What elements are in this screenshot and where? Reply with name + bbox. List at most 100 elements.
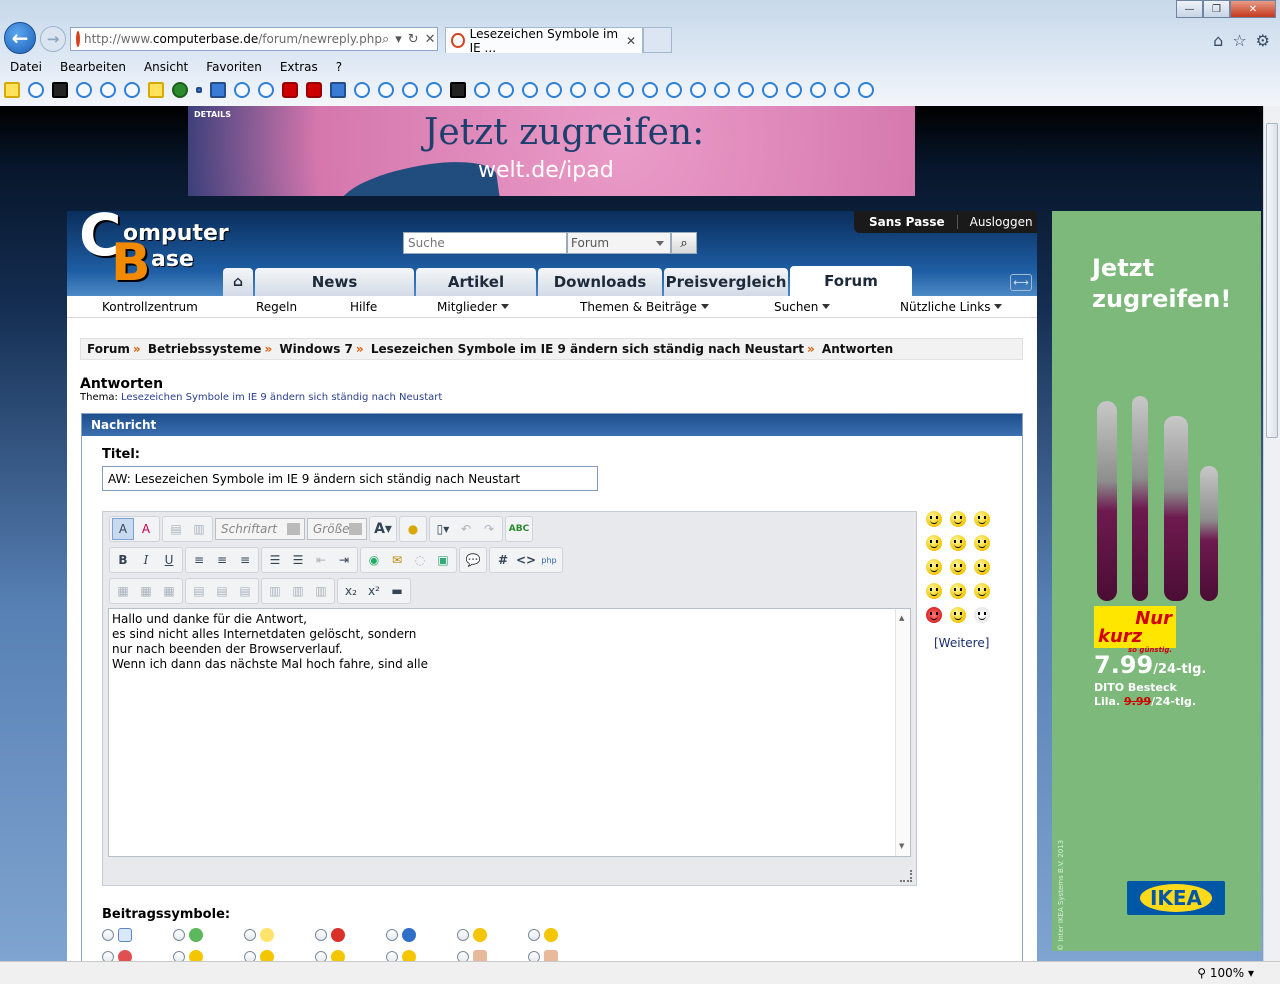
paste-word-icon[interactable]: ▥ [188, 518, 210, 540]
ie-favorite-icon[interactable] [402, 82, 418, 98]
subscript-icon[interactable]: x₂ [340, 580, 362, 602]
textarea-scrollbar[interactable] [895, 609, 910, 856]
ie-favorite-icon[interactable] [354, 82, 370, 98]
smile-icon[interactable] [926, 511, 942, 527]
new-tab-button[interactable] [643, 27, 672, 53]
tab-news[interactable]: News [255, 268, 414, 296]
ie-favorite-icon[interactable] [100, 82, 116, 98]
tongue-icon[interactable] [926, 583, 942, 599]
post-icon-option[interactable] [386, 928, 457, 942]
title-input[interactable]: AW: Lesezeichen Symbole im IE 9 ändern s… [102, 466, 598, 491]
cool-icon[interactable] [974, 535, 990, 551]
computerbase-logo[interactable]: Computer Base [79, 211, 229, 293]
quote-icon[interactable]: 💬 [462, 549, 484, 571]
tab-forum[interactable]: Forum [790, 266, 912, 296]
tab-preisvergleich[interactable]: Preisvergleich [664, 268, 788, 296]
php-code-icon[interactable]: php [538, 549, 560, 571]
favorite-icon[interactable] [148, 82, 164, 98]
email-icon[interactable]: ✉ [386, 549, 408, 571]
link-icon[interactable]: ◉ [363, 549, 385, 571]
mad-icon[interactable] [926, 607, 942, 623]
underline-icon[interactable]: U [158, 549, 180, 571]
google-icon[interactable] [330, 82, 346, 98]
ie-favorite-icon[interactable] [378, 82, 394, 98]
ie-favorite-icon[interactable] [594, 82, 610, 98]
italic-icon[interactable]: I [135, 549, 157, 571]
nav-regeln[interactable]: Regeln [256, 300, 297, 314]
post-icon-option[interactable] [173, 928, 244, 942]
smiley-picker-icon[interactable]: ● [402, 518, 424, 540]
address-bar[interactable]: http://www.computerbase.de/forum/newrepl… [70, 27, 438, 51]
top-banner-ad[interactable]: DETAILS Jetzt zugreifen: welt.de/ipad [188, 106, 915, 196]
menu-favoriten[interactable]: Favoriten [196, 60, 270, 74]
row-delete-icon[interactable]: ▤ [234, 580, 256, 602]
username-link[interactable]: Sans Passe [854, 215, 958, 229]
ie-favorite-icon[interactable] [124, 82, 140, 98]
translate-icon[interactable] [210, 82, 226, 98]
font-color-icon[interactable]: A▾ [372, 518, 394, 540]
redo-icon[interactable]: ↷ [478, 518, 500, 540]
menu-datei[interactable]: Datei [0, 60, 50, 74]
nav-themen-beitraege[interactable]: Themen & Beiträge [580, 300, 709, 314]
align-center-icon[interactable]: ≡ [211, 549, 233, 571]
ie-favorite-icon[interactable] [834, 82, 850, 98]
post-icon-option[interactable] [244, 928, 315, 942]
ie-favorite-icon[interactable] [858, 82, 874, 98]
unordered-list-icon[interactable]: ☰ [287, 549, 309, 571]
grin-icon[interactable] [950, 511, 966, 527]
ie-favorite-icon[interactable] [642, 82, 658, 98]
breadcrumb-betriebssysteme[interactable]: Betriebssysteme [148, 342, 262, 356]
page-scrollbar[interactable] [1263, 106, 1280, 961]
devil-icon[interactable] [974, 583, 990, 599]
tab-home[interactable]: ⌂ [223, 268, 253, 296]
switch-mode-icon[interactable]: A [112, 518, 134, 540]
nav-nuetzliche-links[interactable]: Nützliche Links [900, 300, 1002, 314]
nav-suchen[interactable]: Suchen [774, 300, 830, 314]
side-banner-ad[interactable]: Jetzt zugreifen! Nur kurz so günstig. 7.99/… [1052, 211, 1261, 951]
post-icon-option[interactable] [102, 950, 173, 961]
search-icon[interactable]: ⌕ [382, 32, 389, 47]
col-delete-icon[interactable]: ▥ [310, 580, 332, 602]
confused-icon[interactable] [950, 559, 966, 575]
unlink-icon[interactable]: ◌ [409, 549, 431, 571]
post-icon-option[interactable] [457, 950, 528, 961]
ie-favorite-icon[interactable] [28, 82, 44, 98]
zoom-level[interactable]: ⚲ 100% ▾ [1197, 966, 1254, 980]
ordered-list-icon[interactable]: ☰ [264, 549, 286, 571]
table-props-icon[interactable]: ▦ [135, 580, 157, 602]
favorites-star-icon[interactable]: ☆ [1232, 31, 1246, 50]
align-right-icon[interactable]: ≡ [234, 549, 256, 571]
minimize-button[interactable]: — [1176, 0, 1203, 18]
ie-favorite-icon[interactable] [546, 82, 562, 98]
horizontal-rule-icon[interactable]: ▬ [386, 580, 408, 602]
smile-icon[interactable] [974, 511, 990, 527]
ie-favorite-icon[interactable] [762, 82, 778, 98]
remove-format-icon[interactable]: A [135, 518, 157, 540]
ie-favorite-icon[interactable] [474, 82, 490, 98]
html-code-icon[interactable]: <> [515, 549, 537, 571]
tab-downloads[interactable]: Downloads [538, 268, 662, 296]
ie-favorite-icon[interactable] [786, 82, 802, 98]
post-icon-option[interactable] [386, 950, 457, 961]
menu-extras[interactable]: Extras [270, 60, 326, 74]
shocked-icon[interactable] [974, 607, 990, 623]
menu-help[interactable]: ? [326, 60, 350, 74]
ie-favorite-icon[interactable] [234, 82, 250, 98]
logout-link[interactable]: Ausloggen [958, 215, 1033, 229]
ie-favorite-icon[interactable] [690, 82, 706, 98]
surprised-icon[interactable] [950, 607, 966, 623]
col-insert-after-icon[interactable]: ▥ [287, 580, 309, 602]
font-family-select[interactable]: Schriftart [215, 518, 305, 540]
ie-favorite-icon[interactable] [714, 82, 730, 98]
ie-favorite-icon[interactable] [618, 82, 634, 98]
breadcrumb-forum[interactable]: Forum [87, 342, 130, 356]
post-icon-option[interactable] [315, 928, 386, 942]
gear-icon[interactable]: ⚙ [1256, 31, 1270, 50]
post-icon-option[interactable] [457, 928, 528, 942]
scrollbar-thumb[interactable] [1266, 123, 1278, 438]
breadcrumb-thread[interactable]: Lesezeichen Symbole im IE 9 ändern sich … [371, 342, 804, 356]
post-icon-option[interactable] [315, 950, 386, 961]
ie-favorite-icon[interactable] [258, 82, 274, 98]
post-icon-option[interactable] [102, 928, 173, 942]
row-insert-below-icon[interactable]: ▤ [211, 580, 233, 602]
